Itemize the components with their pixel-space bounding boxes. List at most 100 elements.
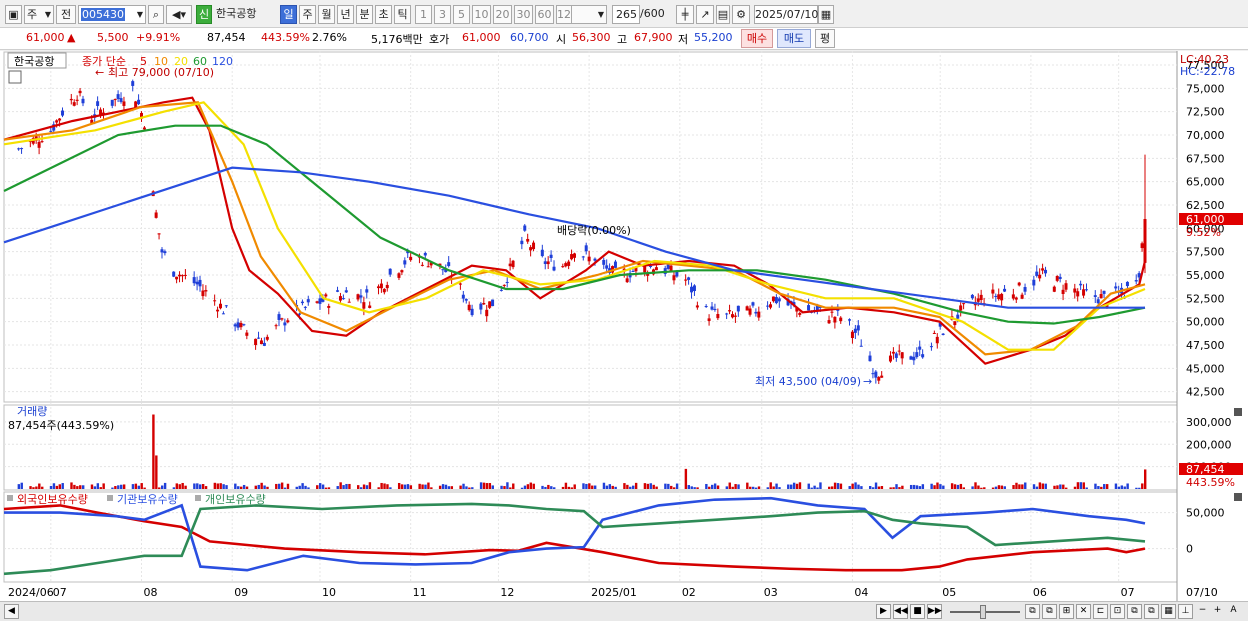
volume-bar (971, 486, 974, 489)
volume-bar (792, 482, 796, 489)
candle-body (175, 276, 179, 280)
period-button[interactable]: 월 (318, 5, 335, 24)
price-tag: 61,000 (1186, 213, 1225, 226)
volume-bar (939, 484, 942, 489)
volume-bar (327, 487, 331, 489)
candle-body (262, 342, 266, 346)
eval-button[interactable]: 평 (815, 29, 835, 48)
period-button[interactable]: 주 (299, 5, 316, 24)
volume-bar (561, 486, 565, 489)
candle-body (690, 286, 694, 293)
gear-icon[interactable]: ⚙ (732, 5, 750, 24)
period-button[interactable]: 분 (356, 5, 373, 24)
candle-body (17, 148, 21, 150)
volume-bar (500, 485, 503, 489)
candle-body (874, 371, 878, 378)
volume-bar (953, 484, 957, 489)
volume-bar (1065, 487, 1068, 489)
speaker-icon[interactable]: ◀▾ (166, 5, 192, 24)
volume-bar (690, 486, 693, 489)
calendar-icon[interactable]: ▦ (818, 5, 834, 24)
chart-type-icon[interactable]: ╪ (676, 5, 694, 24)
volume-bar (172, 487, 176, 489)
candle-body (728, 310, 732, 312)
line-tool-icon[interactable]: ⊏ (1093, 604, 1108, 619)
count-input[interactable]: 265 (612, 5, 640, 24)
volume-bar (860, 486, 863, 489)
volume-bar (409, 485, 413, 489)
drawing-icon[interactable]: ↗ (696, 5, 714, 24)
grid-icon[interactable]: ▦ (1161, 604, 1176, 619)
interval-button[interactable]: 5 (453, 5, 470, 24)
volume-bar (254, 485, 258, 489)
zoom-in-icon[interactable]: + (1210, 604, 1225, 619)
candle-body (935, 336, 939, 344)
interval-button[interactable]: 1 (415, 5, 432, 24)
candle-body (549, 254, 553, 258)
zoom-slider-handle[interactable] (980, 605, 986, 619)
candle-body (707, 318, 711, 322)
search-icon[interactable]: ⌕ (148, 5, 164, 24)
scroll-left-button[interactable]: ◀ (4, 604, 19, 619)
volume-bar (614, 486, 617, 489)
interval-select[interactable]: ▼ (571, 5, 607, 24)
candle-body (441, 269, 445, 271)
compare-icon[interactable]: ⊞ (1059, 604, 1074, 619)
type-button[interactable]: 전 (56, 5, 76, 24)
window-menu-button[interactable]: ▣ (5, 5, 22, 24)
fit-icon[interactable]: ⊡ (1110, 604, 1125, 619)
period-button[interactable]: 틱 (394, 5, 411, 24)
volume-bar (421, 484, 424, 489)
save-icon[interactable]: ▤ (716, 5, 730, 24)
period-button[interactable]: 일 (280, 5, 297, 24)
interval-button[interactable]: 60 (535, 5, 554, 24)
volume-bar (357, 485, 360, 489)
volume-bar (219, 483, 222, 489)
volume-bar (898, 487, 901, 489)
interval-button[interactable]: 3 (434, 5, 451, 24)
last-page-button[interactable]: ▶▶ (927, 604, 942, 619)
volume-bar (839, 483, 843, 489)
candle-body (154, 212, 158, 218)
scroll-right-button[interactable]: ▶ (876, 604, 891, 619)
interval-button[interactable]: 30 (514, 5, 533, 24)
volume-bar (991, 487, 995, 489)
restore-icon[interactable]: ⧉ (1025, 604, 1040, 619)
candle-body (142, 127, 146, 130)
candle-body (868, 355, 872, 362)
volume-bar (646, 483, 650, 489)
date-input[interactable]: 2025/07/10 (754, 5, 818, 24)
crosshair-icon[interactable]: ✕ (1076, 604, 1091, 619)
volume-bar (828, 486, 831, 489)
volume-bar (400, 484, 404, 489)
candle-body (1023, 287, 1027, 292)
market-select[interactable]: 주 ▼ (24, 5, 54, 24)
candle-body (1003, 288, 1007, 292)
font-size-icon[interactable]: A (1226, 604, 1241, 619)
buy-button[interactable]: 매수 (741, 29, 773, 48)
split-icon[interactable]: ⧉ (1042, 604, 1057, 619)
candle-body (195, 281, 199, 285)
volume-bar (1003, 486, 1006, 489)
period-button[interactable]: 초 (375, 5, 392, 24)
holdings-legend-0: 외국인보유수량 (17, 493, 88, 506)
volume-bar (304, 485, 307, 489)
code-input[interactable]: 005430 ▼ (78, 5, 146, 24)
candle-body (254, 338, 258, 346)
stop-button[interactable]: ■ (910, 604, 925, 619)
stock-chart-svg[interactable]: 77,50075,00072,50070,00067,50065,00062,5… (0, 51, 1248, 601)
volume-bar (122, 484, 126, 489)
interval-button[interactable]: 10 (472, 5, 491, 24)
candle-body (116, 94, 120, 99)
period-button[interactable]: 년 (337, 5, 354, 24)
window-icon[interactable]: ⧉ (1144, 604, 1159, 619)
sell-button[interactable]: 매도 (777, 29, 811, 48)
interval-button[interactable]: 20 (493, 5, 512, 24)
volume-bar (737, 484, 740, 489)
volume-bar (836, 483, 840, 489)
layout-icon[interactable]: ⧉ (1127, 604, 1142, 619)
first-page-button[interactable]: ◀◀ (893, 604, 908, 619)
scale-icon[interactable]: ⊥ (1178, 604, 1193, 619)
zoom-out-icon[interactable]: − (1195, 604, 1210, 619)
volume-bar (877, 486, 881, 489)
